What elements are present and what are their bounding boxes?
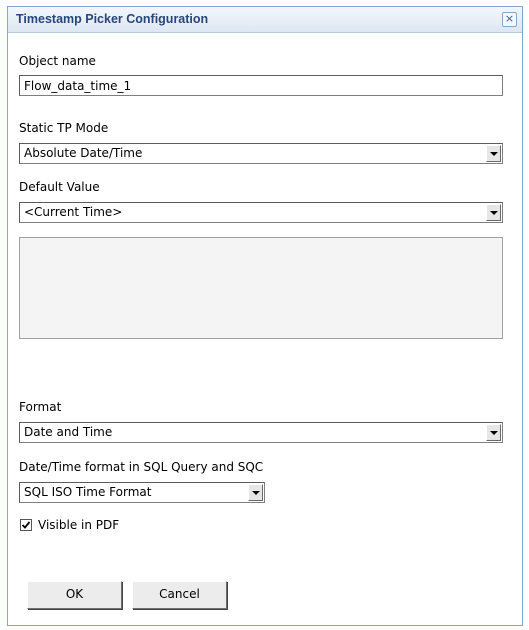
default-value-value: <Current Time> [24,205,123,219]
sql-format-label: Date/Time format in SQL Query and SQC [19,460,264,474]
static-tp-mode-select[interactable]: Absolute Date/Time [19,143,503,164]
close-icon[interactable]: × [502,12,517,27]
default-value-select[interactable]: <Current Time> [19,202,503,223]
chevron-down-icon[interactable] [248,484,263,501]
chevron-down-icon[interactable] [486,145,501,162]
sql-format-value: SQL ISO Time Format [24,485,152,499]
default-value-label: Default Value [19,180,100,194]
dialog-titlebar[interactable]: Timestamp Picker Configuration × [8,7,522,33]
static-tp-mode-label: Static TP Mode [19,121,109,135]
static-tp-mode-value: Absolute Date/Time [24,146,143,160]
chevron-down-icon[interactable] [486,204,501,221]
format-label: Format [19,400,62,414]
format-value: Date and Time [24,425,113,439]
sql-format-select[interactable]: SQL ISO Time Format [19,482,265,503]
checkmark-icon [21,521,31,529]
object-name-input[interactable] [19,75,503,96]
chevron-down-icon[interactable] [486,424,501,441]
cancel-button[interactable]: Cancel [132,581,227,609]
visible-in-pdf-checkbox[interactable] [20,519,32,531]
visible-in-pdf-label: Visible in PDF [38,518,120,532]
format-select[interactable]: Date and Time [19,422,503,443]
dialog-title: Timestamp Picker Configuration [16,12,209,26]
object-name-label: Object name [19,54,96,68]
ok-button[interactable]: OK [27,581,122,609]
default-value-textarea[interactable] [19,237,503,339]
